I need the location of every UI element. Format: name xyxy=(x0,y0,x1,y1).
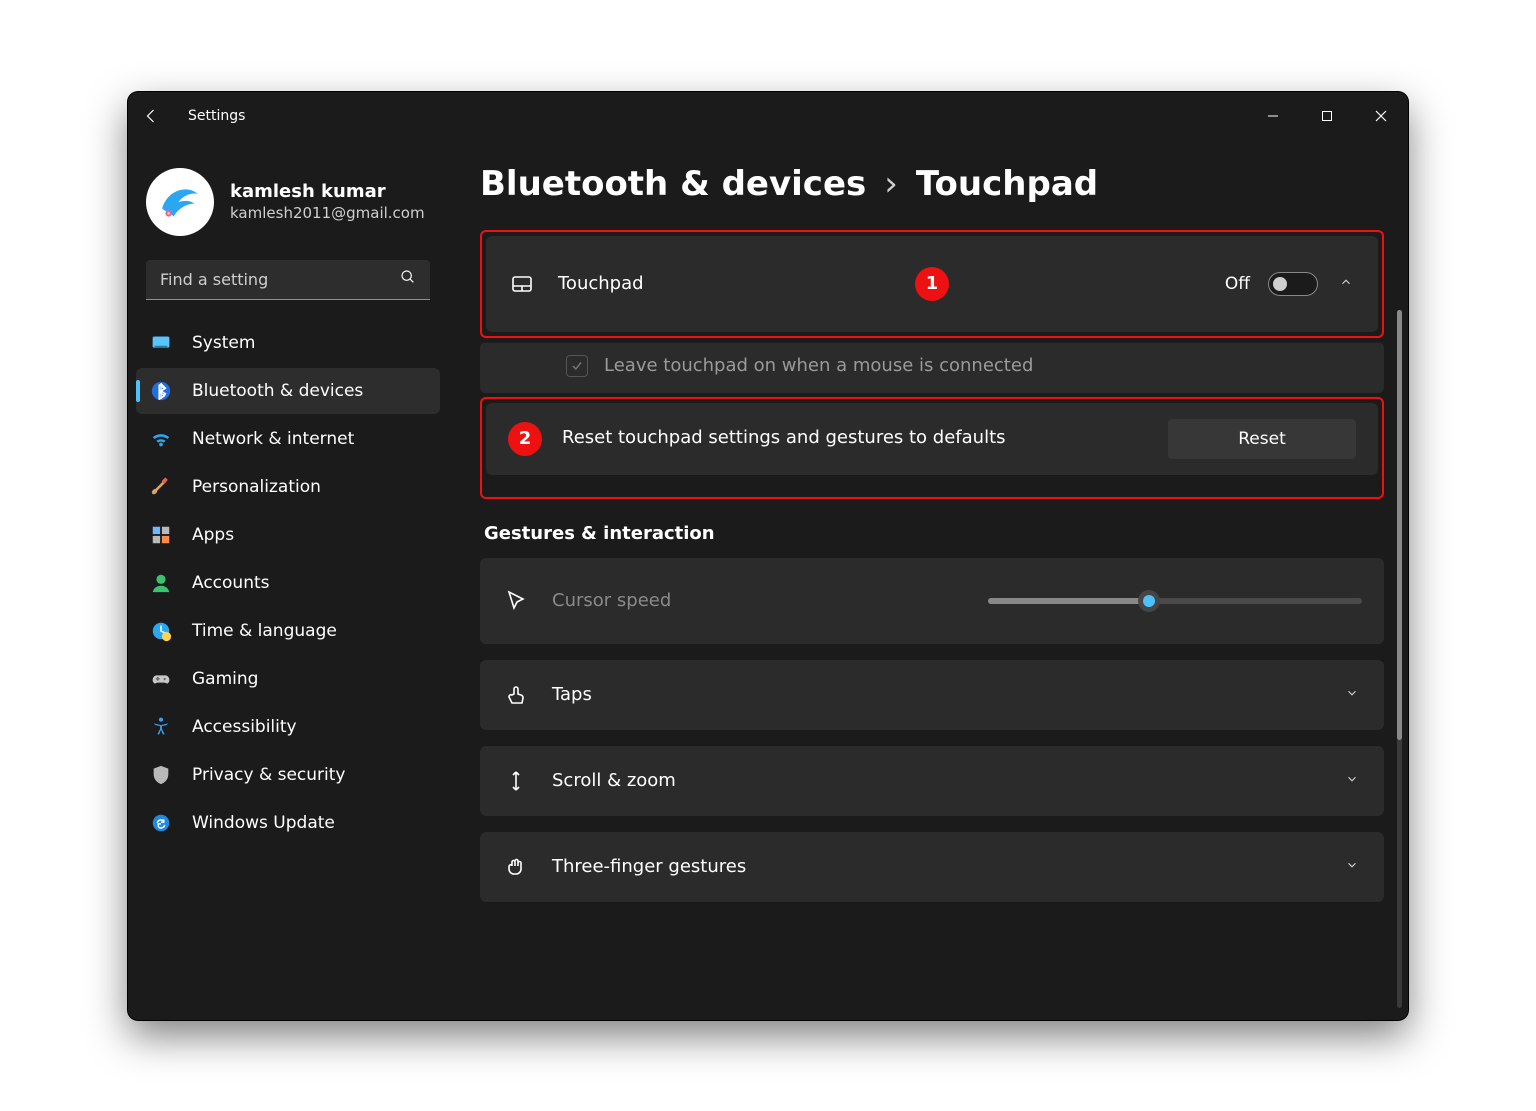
nav: System Bluetooth & devices Network & int… xyxy=(128,312,448,854)
three-finger-label: Three-finger gestures xyxy=(552,856,1320,877)
sidebar-item-accessibility[interactable]: Accessibility xyxy=(136,704,440,750)
sidebar-item-accounts[interactable]: Accounts xyxy=(136,560,440,606)
sidebar-item-label: Accounts xyxy=(192,573,270,593)
touchpad-icon xyxy=(508,272,536,296)
sidebar-item-personalization[interactable]: Personalization xyxy=(136,464,440,510)
monitor-icon xyxy=(148,332,174,354)
maximize-button[interactable] xyxy=(1300,92,1354,140)
search-input[interactable] xyxy=(160,270,400,289)
toggle-state-text: Off xyxy=(1225,274,1250,294)
sidebar-item-gaming[interactable]: Gaming xyxy=(136,656,440,702)
sidebar-item-label: Privacy & security xyxy=(192,765,346,785)
minimize-button[interactable] xyxy=(1246,92,1300,140)
annotation-box-2: 2 Reset touchpad settings and gestures t… xyxy=(480,397,1384,499)
leave-touchpad-on-row[interactable]: Leave touchpad on when a mouse is connec… xyxy=(480,342,1384,393)
sidebar-item-label: Time & language xyxy=(192,621,337,641)
touchpad-toggle[interactable] xyxy=(1268,272,1318,296)
sidebar-item-apps[interactable]: Apps xyxy=(136,512,440,558)
gestures-section-title: Gestures & interaction xyxy=(484,523,1384,544)
profile-block[interactable]: kamlesh kumar kamlesh2011@gmail.com xyxy=(128,144,448,260)
breadcrumb-parent[interactable]: Bluetooth & devices xyxy=(480,164,866,204)
breadcrumb-separator: › xyxy=(884,164,898,204)
touchpad-label: Touchpad xyxy=(558,273,1203,294)
tap-icon xyxy=(502,683,530,707)
sidebar-item-label: Gaming xyxy=(192,669,258,689)
leave-touchpad-on-checkbox[interactable] xyxy=(566,355,588,377)
apps-icon xyxy=(148,524,174,546)
page-title: Touchpad xyxy=(916,164,1098,204)
back-button[interactable] xyxy=(128,92,176,140)
wifi-icon xyxy=(148,428,174,450)
sidebar-item-system[interactable]: System xyxy=(136,320,440,366)
leave-touchpad-on-label: Leave touchpad on when a mouse is connec… xyxy=(604,355,1033,376)
annotation-badge-2: 2 xyxy=(508,422,542,456)
scrollbar-handle[interactable] xyxy=(1397,310,1402,740)
sidebar-item-label: System xyxy=(192,333,255,353)
titlebar: Settings xyxy=(128,92,1408,140)
update-icon xyxy=(148,812,174,834)
app-title: Settings xyxy=(188,108,245,124)
annotation-box-1: Touchpad 1 Off xyxy=(480,230,1384,338)
window-controls xyxy=(1246,92,1408,140)
clock-globe-icon xyxy=(148,620,174,642)
scrollbar[interactable] xyxy=(1397,310,1402,1008)
cursor-speed-slider[interactable] xyxy=(988,598,1362,604)
touchpad-toggle-row[interactable]: Touchpad 1 Off xyxy=(486,236,1378,332)
annotation-badge-1: 1 xyxy=(915,267,949,301)
avatar xyxy=(146,168,214,236)
reset-button[interactable]: Reset xyxy=(1168,419,1356,459)
main-content: Bluetooth & devices › Touchpad Touchpad xyxy=(448,140,1408,1020)
sidebar-item-label: Personalization xyxy=(192,477,321,497)
sidebar-item-windows-update[interactable]: Windows Update xyxy=(136,800,440,846)
gamepad-icon xyxy=(148,668,174,690)
scroll-zoom-label: Scroll & zoom xyxy=(552,770,1320,791)
sidebar-item-label: Bluetooth & devices xyxy=(192,381,363,401)
profile-email: kamlesh2011@gmail.com xyxy=(230,204,425,222)
reset-label: Reset touchpad settings and gestures to … xyxy=(562,426,1148,450)
sidebar-item-label: Apps xyxy=(192,525,234,545)
chevron-down-icon xyxy=(1342,858,1362,876)
person-icon xyxy=(148,572,174,594)
chevron-down-icon xyxy=(1342,686,1362,704)
scroll-zoom-icon xyxy=(502,769,530,793)
sidebar-item-label: Network & internet xyxy=(192,429,354,449)
chevron-up-icon[interactable] xyxy=(1336,275,1356,293)
accessibility-icon xyxy=(148,716,174,738)
taps-label: Taps xyxy=(552,684,1320,705)
profile-name: kamlesh kumar xyxy=(230,181,425,202)
cursor-icon xyxy=(502,589,530,613)
touchpad-suboptions: Leave touchpad on when a mouse is connec… xyxy=(480,342,1384,393)
slider-thumb[interactable] xyxy=(1138,590,1160,612)
search-icon xyxy=(400,269,416,289)
sidebar: kamlesh kumar kamlesh2011@gmail.com xyxy=(128,140,448,1020)
bluetooth-icon xyxy=(148,380,174,402)
scroll-zoom-card[interactable]: Scroll & zoom xyxy=(480,746,1384,816)
taps-card[interactable]: Taps xyxy=(480,660,1384,730)
sidebar-item-label: Accessibility xyxy=(192,717,297,737)
chevron-down-icon xyxy=(1342,772,1362,790)
three-finger-card[interactable]: Three-finger gestures xyxy=(480,832,1384,902)
reset-card: 2 Reset touchpad settings and gestures t… xyxy=(486,403,1378,475)
cursor-speed-card: Cursor speed xyxy=(480,558,1384,644)
sidebar-item-network[interactable]: Network & internet xyxy=(136,416,440,462)
settings-window: Settings xyxy=(128,92,1408,1020)
three-finger-icon xyxy=(502,855,530,879)
close-button[interactable] xyxy=(1354,92,1408,140)
breadcrumb: Bluetooth & devices › Touchpad xyxy=(480,164,1384,204)
sidebar-item-time-language[interactable]: Time & language xyxy=(136,608,440,654)
sidebar-item-bluetooth-devices[interactable]: Bluetooth & devices xyxy=(136,368,440,414)
shield-icon xyxy=(148,764,174,786)
search-box[interactable] xyxy=(146,260,430,300)
sidebar-item-privacy-security[interactable]: Privacy & security xyxy=(136,752,440,798)
sidebar-item-label: Windows Update xyxy=(192,813,335,833)
brush-icon xyxy=(148,476,174,498)
touchpad-card: Touchpad 1 Off xyxy=(486,236,1378,332)
cursor-speed-label: Cursor speed xyxy=(552,590,926,611)
